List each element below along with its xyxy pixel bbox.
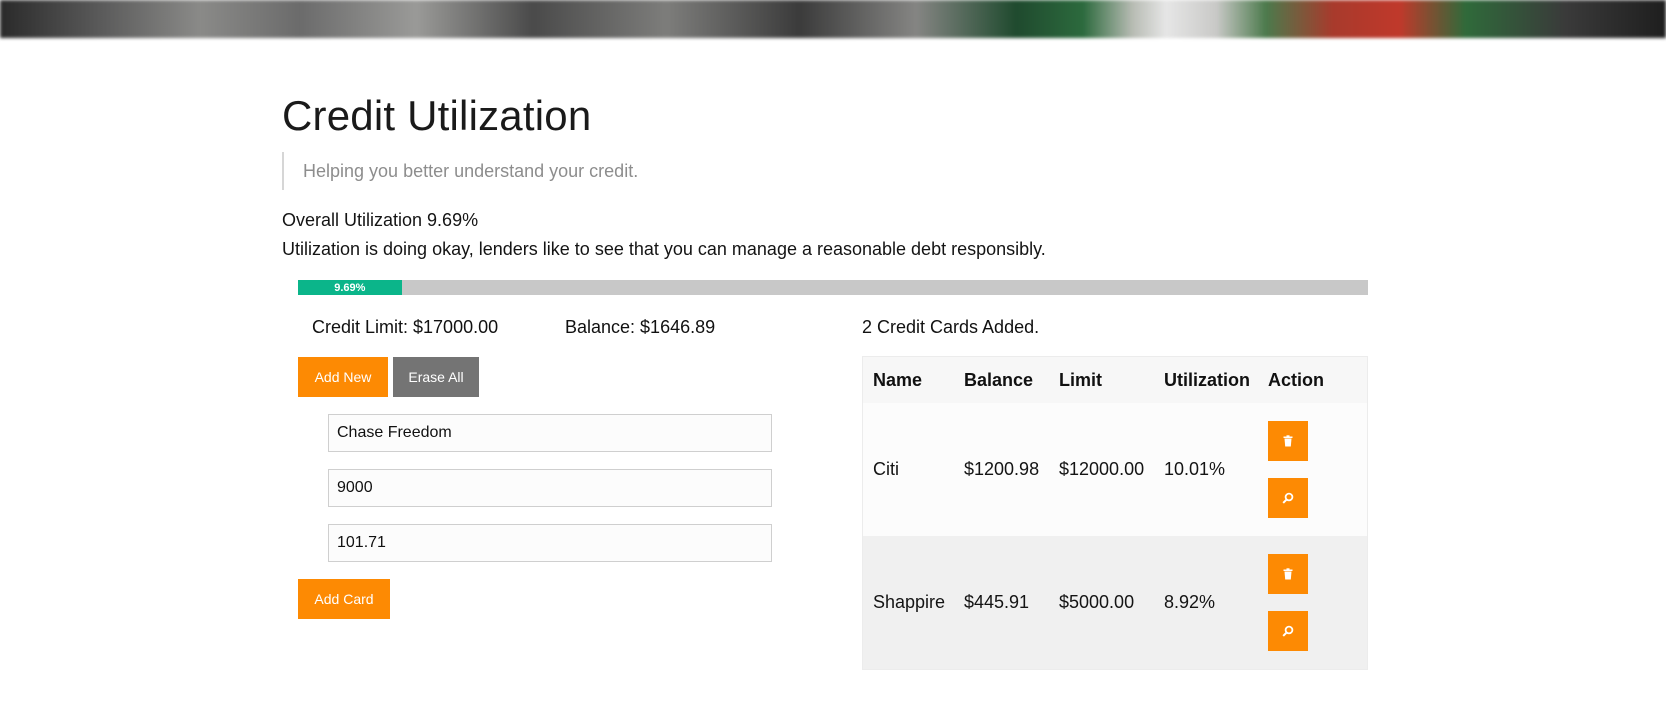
- delete-card-button[interactable]: [1268, 421, 1308, 461]
- cell-balance: $1200.98: [954, 403, 1049, 536]
- tagline-text: Helping you better understand your credi…: [303, 160, 639, 181]
- column-header-limit: Limit: [1049, 356, 1154, 403]
- cell-utilization: 10.01%: [1154, 403, 1258, 536]
- add-card-button[interactable]: Add Card: [298, 579, 390, 619]
- card-name-input[interactable]: [328, 414, 772, 452]
- page-title: Credit Utilization: [282, 92, 592, 139]
- cell-balance: $445.91: [954, 536, 1049, 670]
- overall-utilization: Overall Utilization 9.69%: [282, 210, 479, 230]
- header-banner-image: [0, 0, 1666, 38]
- balance-total: Balance: $1646.89: [565, 317, 716, 337]
- utilization-message: Utilization is doing okay, lenders like …: [282, 239, 1046, 259]
- delete-card-button[interactable]: [1268, 554, 1308, 594]
- add-new-button[interactable]: Add New: [298, 357, 388, 397]
- credit-limit-total: Credit Limit: $17000.00: [312, 317, 499, 337]
- card-limit-input[interactable]: [328, 469, 772, 507]
- tagline-blockquote: Helping you better understand your credi…: [282, 152, 638, 190]
- column-header-utilization: Utilization: [1154, 356, 1258, 403]
- cell-card-name: Citi: [862, 403, 954, 536]
- table-row: Shappire $445.91 $5000.00 8.92%: [862, 536, 1368, 670]
- credit-cards-table: Name Balance Limit Utilization Action Ci…: [862, 356, 1368, 670]
- cell-card-name: Shappire: [862, 536, 954, 670]
- table-row: Citi $1200.98 $12000.00 10.01%: [862, 403, 1368, 536]
- cell-utilization: 8.92%: [1154, 536, 1258, 670]
- cell-limit: $12000.00: [1049, 403, 1154, 536]
- cell-actions: [1258, 536, 1368, 670]
- column-header-balance: Balance: [954, 356, 1049, 403]
- cell-actions: [1258, 403, 1368, 536]
- column-header-action: Action: [1258, 356, 1368, 403]
- table-header-row: Name Balance Limit Utilization Action: [862, 356, 1368, 403]
- search-icon: [1282, 492, 1294, 504]
- view-card-button[interactable]: [1268, 478, 1308, 518]
- column-header-name: Name: [862, 356, 954, 403]
- trash-icon: [1283, 568, 1293, 580]
- erase-all-button[interactable]: Erase All: [393, 357, 479, 397]
- cards-added-count: 2 Credit Cards Added.: [862, 317, 1040, 337]
- utilization-progress-fill: 9.69%: [298, 280, 402, 295]
- search-icon: [1282, 625, 1294, 637]
- trash-icon: [1283, 435, 1293, 447]
- cell-limit: $5000.00: [1049, 536, 1154, 670]
- view-card-button[interactable]: [1268, 611, 1308, 651]
- utilization-progress-bar: 9.69%: [298, 280, 1368, 295]
- card-balance-input[interactable]: [328, 524, 772, 562]
